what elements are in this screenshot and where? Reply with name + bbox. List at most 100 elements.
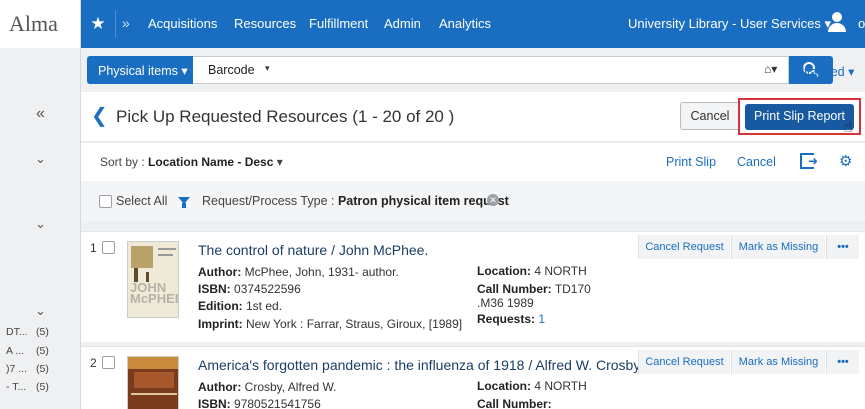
favorites-star-icon[interactable]: ★ [81, 0, 115, 48]
user-avatar-icon[interactable] [828, 12, 846, 34]
requests-count-link[interactable]: 1 [538, 312, 545, 326]
nav-resources[interactable]: Resources [234, 16, 296, 31]
institution-menu[interactable]: University Library - User Services ▾ [628, 16, 831, 32]
cancel-button[interactable]: Cancel [680, 102, 740, 130]
search-input[interactable]: Barcode ▾ ⌂▾ [193, 56, 789, 84]
page-title: Pick Up Requested Resources (1 - 20 of 2… [116, 107, 455, 126]
cancel-request-button[interactable]: Cancel Request [638, 235, 730, 259]
isbn-field: ISBN: 9780521541756 [198, 397, 321, 409]
facet-count: (5) [36, 363, 49, 375]
nav-fulfillment[interactable]: Fulfillment [309, 16, 368, 31]
print-slip-link[interactable]: Print Slip [666, 155, 716, 169]
search-scope-dropdown[interactable]: Physical items ▾ [87, 56, 193, 84]
sort-prefix: Sort by : [100, 155, 149, 169]
facet-chevron-down-icon[interactable]: ⌄ [35, 216, 46, 232]
more-actions-icon[interactable]: ••• [826, 235, 859, 259]
more-menu-icon[interactable]: o [858, 16, 865, 31]
field-label: ISBN: [198, 397, 231, 409]
record-number: 1 [90, 241, 97, 255]
call-number-field: Call Number: [477, 397, 552, 409]
facet-label: DT... [6, 326, 28, 338]
remove-filter-icon[interactable]: ✕ [487, 194, 499, 206]
home-scope-icon[interactable]: ⌂▾ [764, 62, 777, 76]
left-facet-rail: « ⌄ ⌄ ⌄ DT... (5) A ... (5) )7 ... (5) - T.… [0, 48, 81, 409]
field-label: Call Number: [477, 282, 552, 296]
chevron-down-icon[interactable]: ▾ [265, 63, 270, 74]
facet-value[interactable]: - T... (5) [6, 381, 49, 393]
field-label: Imprint: [198, 317, 243, 331]
facet-count: (5) [36, 345, 49, 357]
facet-value[interactable]: DT... (5) [6, 326, 49, 338]
list-toolbar: Sort by : Location Name - Desc ▾ Print S… [81, 143, 865, 181]
author-field: Author: Crosby, Alfred W. [198, 380, 336, 394]
author-field: Author: McPhee, John, 1931- author. [198, 265, 399, 279]
facet-label: - T... [6, 381, 27, 393]
mark-as-missing-button[interactable]: Mark as Missing [731, 235, 825, 259]
field-label: Call Number: [477, 397, 552, 409]
sort-by-dropdown[interactable]: Sort by : Location Name - Desc ▾ [100, 155, 283, 169]
field-value: 1st ed. [246, 299, 283, 313]
field-value: New York : Farrar, Straus, Giroux, [1989… [246, 317, 463, 331]
facet-count: (5) [36, 326, 49, 338]
sort-value: Location Name - Desc [148, 155, 274, 169]
nav-analytics[interactable]: Analytics [439, 16, 491, 31]
advanced-search-link[interactable]: Advanced ▾ [789, 64, 854, 79]
filter-value: Patron physical item request [337, 194, 509, 208]
requests-field: Requests: 1 [477, 312, 545, 326]
list-item: 2 America's forgotten pandemic : the inf… [81, 346, 865, 409]
mark-as-missing-button[interactable]: Mark as Missing [731, 350, 825, 374]
facet-chevron-down-icon[interactable]: ⌄ [35, 303, 46, 319]
gear-icon[interactable]: ⚙ [839, 152, 852, 170]
field-label: ISBN: [198, 282, 231, 296]
top-bar: Alma ★ » Acquisitions Resources Fulfillm… [0, 0, 865, 48]
facet-chevron-down-icon[interactable]: ⌄ [35, 151, 46, 167]
export-arrow-icon: ➜ [808, 154, 819, 168]
record-number: 2 [90, 356, 97, 370]
book-cover-image[interactable]: JOHN McPHEE [127, 241, 179, 318]
record-title-link[interactable]: The control of nature / John McPhee. [198, 242, 428, 258]
filter-prefix: Request/Process Type : [202, 194, 338, 208]
cancel-request-button[interactable]: Cancel Request [638, 350, 730, 374]
nav-divider [115, 10, 116, 38]
cancel-link[interactable]: Cancel [737, 155, 776, 169]
select-all-label[interactable]: Select All [116, 194, 167, 208]
isbn-field: ISBN: 0374522596 [198, 282, 301, 296]
print-slip-report-button[interactable]: Print Slip Report [745, 104, 854, 130]
field-label: Edition: [198, 299, 243, 313]
facet-value[interactable]: )7 ... (5) [6, 363, 49, 375]
location-field: Location: 4 NORTH [477, 264, 587, 278]
record-checkbox[interactable] [102, 241, 115, 254]
facet-count: (5) [36, 381, 49, 393]
call-number-line-2: .M36 1989 [477, 296, 534, 310]
main-nav-bar: ★ » Acquisitions Resources Fulfillment A… [81, 0, 865, 48]
book-cover-image[interactable] [127, 356, 179, 409]
imprint-field: Imprint: New York : Farrar, Straus, Giro… [198, 317, 462, 331]
record-checkbox[interactable] [102, 356, 115, 369]
page-header: ❮ Pick Up Requested Resources (1 - 20 of… [81, 92, 865, 142]
expand-nav-icon[interactable]: » [122, 15, 130, 31]
field-label: Author: [198, 380, 242, 394]
location-field: Location: 4 NORTH [477, 379, 587, 393]
select-all-checkbox[interactable] [99, 195, 112, 208]
back-arrow-icon[interactable]: ❮ [91, 103, 108, 128]
record-title-link[interactable]: America's forgotten pandemic : the influ… [198, 357, 643, 373]
nav-acquisitions[interactable]: Acquisitions [148, 16, 217, 31]
more-actions-icon[interactable]: ••• [826, 350, 859, 374]
field-value: 9780521541756 [234, 397, 321, 409]
search-row: Physical items ▾ Barcode ▾ ⌂▾ Advanced ▾ [81, 48, 865, 92]
nav-admin[interactable]: Admin [384, 16, 421, 31]
field-value: 0374522596 [234, 282, 301, 296]
advanced-search-label: Advanced ▾ [789, 65, 855, 79]
field-value: 4 NORTH [534, 264, 587, 278]
field-value: 4 NORTH [534, 379, 587, 393]
search-field-dropdown[interactable]: Barcode [208, 63, 255, 77]
facet-label: A ... [6, 345, 25, 357]
alma-logo[interactable]: Alma [0, 0, 81, 48]
main-panel: ❮ Pick Up Requested Resources (1 - 20 of… [81, 92, 865, 409]
facet-value[interactable]: A ... (5) [6, 345, 49, 357]
collapse-facets-icon[interactable]: « [36, 105, 45, 123]
field-label: Author: [198, 265, 242, 279]
field-value: TD170 [554, 282, 591, 296]
field-label: Location: [477, 264, 531, 278]
field-value: Crosby, Alfred W. [244, 380, 337, 394]
